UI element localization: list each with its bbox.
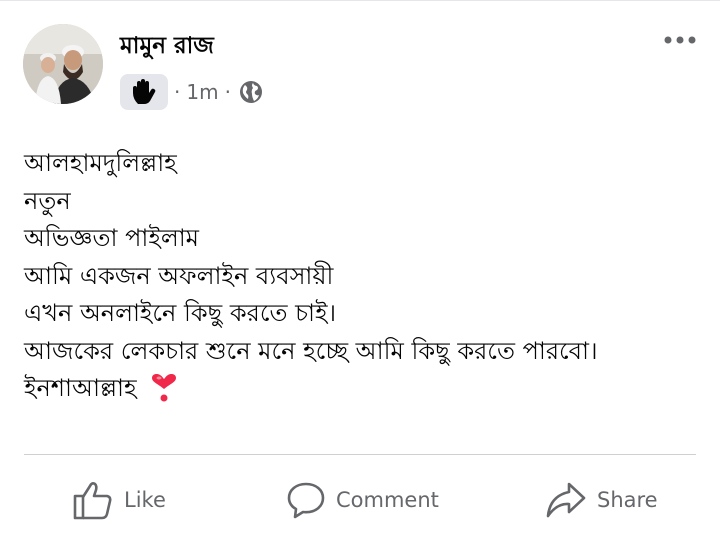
comment-icon	[287, 482, 325, 519]
heart-exclamation-icon	[152, 374, 177, 402]
like-icon	[73, 482, 112, 520]
share-button[interactable]: Share	[545, 476, 658, 524]
avatar-photo	[23, 24, 103, 104]
author-avatar[interactable]	[23, 24, 103, 104]
comment-label: Comment	[336, 488, 439, 512]
post-line: ইনশাআল্লাহ	[24, 374, 137, 402]
like-label: Like	[124, 488, 166, 512]
comment-button[interactable]: Comment	[286, 476, 439, 524]
post-line: আমি একজন অফলাইন ব্যবসায়ী	[24, 261, 334, 290]
author-name[interactable]: মামুন রাজ	[120, 30, 214, 62]
divider	[24, 454, 696, 455]
post-line: এখন অনলাইনে কিছু করতে চাই।	[24, 299, 337, 327]
like-button[interactable]: Like	[72, 476, 166, 524]
post-line: আজকের লেকচার শুনে মনে হচ্ছে আমি কিছু করত…	[24, 336, 598, 365]
post-line-last: ইনশাআল্লাহ	[24, 370, 704, 408]
post-time[interactable]: 1m	[186, 80, 218, 104]
post-text: আলহামদুলিল্লাহ নতুন অভিজ্ঞতা পাইলাম আমি …	[24, 145, 704, 408]
post-line: অভিজ্ঞতা পাইলাম	[24, 224, 200, 252]
more-options-icon[interactable]	[660, 28, 700, 52]
share-label: Share	[597, 488, 658, 512]
post-line: আলহামদুলিল্লাহ	[24, 149, 177, 177]
share-icon	[546, 482, 586, 518]
top-border	[0, 0, 720, 1]
post-line: নতুন	[24, 186, 71, 215]
globe-icon[interactable]	[239, 80, 263, 104]
waving-hand-icon[interactable]	[120, 74, 168, 110]
post-meta: · 1m ·	[120, 74, 263, 110]
meta-separator-2: ·	[224, 80, 231, 104]
meta-separator: ·	[174, 80, 181, 104]
